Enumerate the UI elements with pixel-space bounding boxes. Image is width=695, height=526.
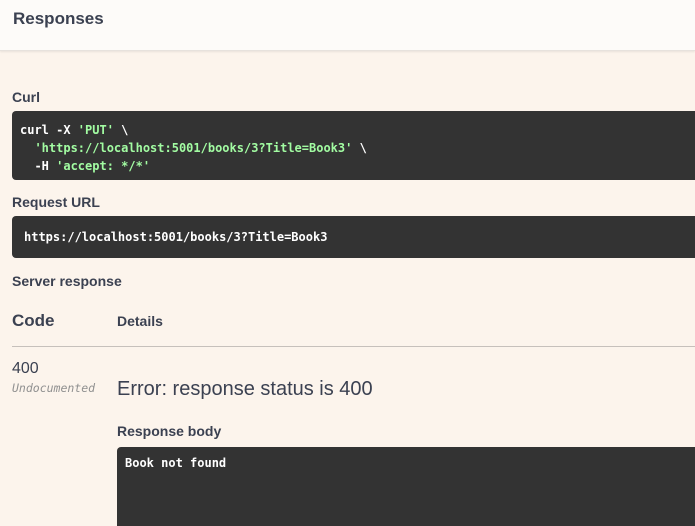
curl-line-3: -H 'accept: */*' — [20, 157, 687, 175]
undocumented-note: Undocumented — [12, 381, 96, 395]
response-body-block[interactable]: Book not found — [117, 447, 695, 526]
curl-header-flag: -H — [20, 159, 57, 173]
curl-line-1: curl -X 'PUT' \ — [20, 121, 687, 139]
curl-code-block[interactable]: curl -X 'PUT' \ 'https://localhost:5001/… — [12, 111, 695, 180]
response-body-text: Book not found — [125, 456, 227, 470]
table-divider — [12, 346, 695, 347]
curl-command: curl -X — [20, 123, 78, 137]
responses-header: Responses — [0, 0, 695, 51]
curl-header-value: 'accept: */*' — [56, 159, 151, 173]
response-body-label: Response body — [117, 423, 222, 439]
request-url-label: Request URL — [12, 194, 100, 210]
request-url-value: https://localhost:5001/books/3?Title=Boo… — [24, 230, 328, 244]
code-column-header: Code — [12, 311, 55, 330]
error-message: Error: response status is 400 — [117, 378, 373, 400]
curl-url: 'https://localhost:5001/books/3?Title=Bo… — [34, 141, 353, 155]
details-column-header: Details — [117, 313, 163, 329]
curl-continuation: \ — [352, 141, 367, 155]
response-status-code: 400 — [12, 360, 39, 377]
curl-continuation: \ — [113, 123, 129, 137]
server-response-label: Server response — [12, 273, 122, 289]
request-url-block[interactable]: https://localhost:5001/books/3?Title=Boo… — [12, 216, 695, 258]
responses-title: Responses — [13, 9, 104, 28]
curl-label: Curl — [12, 89, 40, 105]
curl-line-2: 'https://localhost:5001/books/3?Title=Bo… — [20, 139, 687, 157]
curl-method: 'PUT' — [77, 123, 114, 137]
curl-indent — [20, 141, 34, 155]
